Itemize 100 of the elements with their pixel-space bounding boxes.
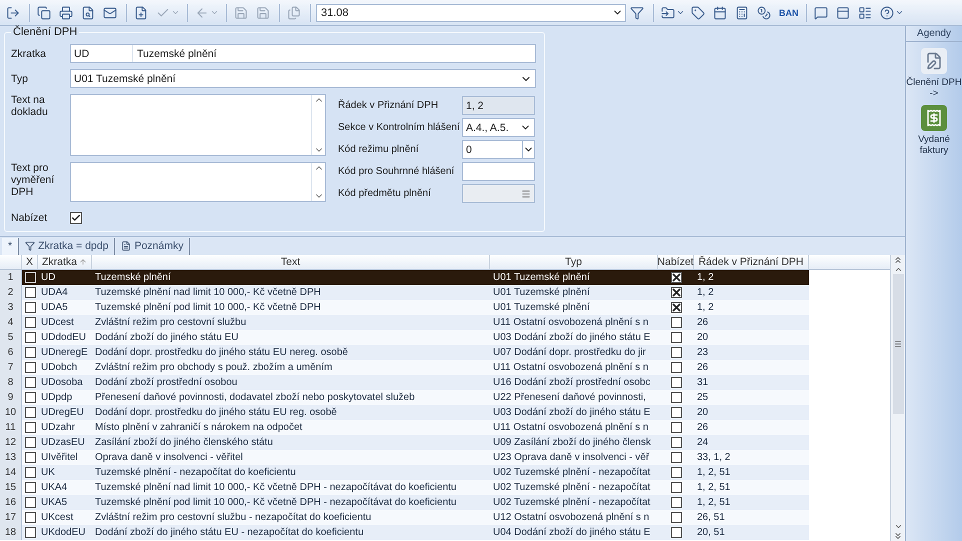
table-row[interactable]: 9 UDpdp Přenesení daňové povinnosti, dodavatel zboží nebo poskytovatel služeb U22 Přenesení daňové povinnosti, 25 <box>0 390 890 405</box>
section-select[interactable]: A.4., A.5. <box>462 118 535 137</box>
table-cell-text: Tuzemské plnění pod limit 10 000,- Kč včetně DPH <box>94 301 322 315</box>
checkbox[interactable] <box>670 407 682 418</box>
input-field[interactable] <box>462 162 535 181</box>
table-cell-text: UK <box>40 466 56 480</box>
table-cell-text: 20 <box>696 331 710 345</box>
checkbox[interactable] <box>25 287 36 298</box>
mode-combo[interactable]: 0 <box>462 140 535 159</box>
checkbox[interactable] <box>25 512 36 523</box>
table-cell-text: UDregEU <box>40 406 85 420</box>
date-combo[interactable]: 31.08 <box>316 4 626 22</box>
table-row[interactable]: 2 UDA4 Tuzemské plnění nad limit 10 000,- Kč včetně DPH U01 Tuzemské plnění 1, 2 <box>0 285 890 300</box>
table-cell-text: 26 <box>696 316 710 330</box>
checkbox[interactable] <box>25 347 36 358</box>
column-header[interactable]: Zkratka <box>38 255 92 269</box>
checkbox[interactable] <box>670 362 682 373</box>
checkbox[interactable] <box>70 212 82 224</box>
scroll-up-icon[interactable] <box>894 265 902 274</box>
checkbox[interactable] <box>670 272 682 283</box>
checkbox[interactable] <box>670 287 682 298</box>
table-cell-text: U01 Tuzemské plnění <box>492 301 591 315</box>
checkbox[interactable] <box>25 527 36 538</box>
table-row[interactable]: 13 UIvěřitel Oprava daně v insolvenci - věřitel U23 Oprava daně v insolvenci - věř 33, 1, 2 <box>0 450 890 465</box>
checkbox[interactable] <box>25 362 36 373</box>
scroll-thumb[interactable] <box>892 274 904 414</box>
checkbox[interactable] <box>25 407 36 418</box>
checkbox[interactable] <box>670 422 682 433</box>
checkbox[interactable] <box>670 497 682 508</box>
table-row[interactable]: 1 UD Tuzemské plnění U01 Tuzemské plnění 1, 2 <box>0 270 890 285</box>
checkbox[interactable] <box>25 392 36 403</box>
table-cell-text: Tuzemské plnění - nezapočítat do koeficientu <box>94 466 297 480</box>
code-field[interactable]: UD Tuzemské plnění <box>70 44 536 63</box>
checkbox[interactable] <box>25 482 36 493</box>
picker-field[interactable] <box>462 184 535 203</box>
table-row[interactable]: 5 UDdodEU Dodání zboží do jiného státu EU U03 Dodání zboží do jiného státu E 20 <box>0 330 890 345</box>
bank-button[interactable]: BAN <box>777 2 800 22</box>
checkbox[interactable] <box>670 452 682 463</box>
column-header[interactable]: X <box>22 255 38 269</box>
checkbox[interactable] <box>25 437 36 448</box>
table-row[interactable]: 3 UDA5 Tuzemské plnění pod limit 10 000,- Kč včetně DPH U01 Tuzemské plnění 1, 2 <box>0 300 890 315</box>
table-cell-text: UKcest <box>40 511 74 525</box>
folder-icon <box>661 6 675 20</box>
checkbox[interactable] <box>670 467 682 478</box>
checkbox[interactable] <box>25 497 36 508</box>
checkbox[interactable] <box>25 452 36 463</box>
checkbox[interactable] <box>670 512 682 523</box>
table-row[interactable]: 17 UKcest Zvláštní režim pro cestovní službu - nezapočítat do koeficientu U12 Ostatní osvobozená plnění s n 26, 51 <box>0 510 890 525</box>
checkbox[interactable] <box>670 527 682 538</box>
table-row[interactable]: 8 UDosoba Dodání zboží prostřední osobou U16 Dodání zboží prostřední osobc 31 <box>0 375 890 390</box>
agenda-item[interactable]: Členění DPH -> <box>906 48 962 99</box>
table-row[interactable]: 15 UKA4 Tuzemské plnění nad limit 10 000,- Kč včetně DPH - nezapočítávat do koeficientu U02 Tuzemské plnění - nezapočítat 1, 2, 51 <box>0 480 890 495</box>
column-header[interactable]: Řádek v Přiznání DPH <box>694 255 809 269</box>
checkbox[interactable] <box>670 302 682 313</box>
table-row[interactable]: 6 UDneregE Dodání dopr. prostředku do jiného státu EU nereg. osobě U07 Dodání dopr. prostředku do jir 23 <box>0 345 890 360</box>
type-select[interactable]: U01 Tuzemské plnění <box>70 69 536 88</box>
table-row[interactable]: 7 UDobch Zvláštní režim pro obchody s použ. zbožím a uměním U11 Ostatní osvobozená plnění s n 26 <box>0 360 890 375</box>
table-row[interactable]: 11 UDzahr Místo plnění v zahraničí s nárokem na odpočet U11 Ostatní osvobozená plnění s n 26 <box>0 420 890 435</box>
tag-icon <box>691 6 705 20</box>
checkbox[interactable] <box>25 467 36 478</box>
table-cell-text: U23 Oprava daně v insolvenci - věř <box>492 451 650 465</box>
checkbox[interactable] <box>25 332 36 343</box>
checkbox[interactable] <box>25 422 36 433</box>
table-row[interactable]: 18 UKdodEU Dodání zboží do jiného státu EU - nezapočítat do koeficientu U04 Dodání zboží do jiného státu E 20, 51 <box>0 525 890 540</box>
table-cell-text: 1, 2, 51 <box>696 481 732 495</box>
table-row[interactable]: 16 UKA5 Tuzemské plnění pod limit 10 000,- Kč včetně DPH - nezapočítávat do koeficientu U02 Tuzemské plnění - nezapočítat 1, 2, 51 <box>0 495 890 510</box>
checkbox[interactable] <box>670 347 682 358</box>
list-icon <box>858 6 872 20</box>
column-header[interactable]: Typ <box>490 255 658 269</box>
scroll-bottom-icon[interactable] <box>893 531 903 541</box>
table-cell-text: 26 <box>696 421 710 435</box>
checkbox[interactable] <box>670 332 682 343</box>
checkbox[interactable] <box>670 377 682 388</box>
table-row[interactable]: 10 UDregEU Dodání dopr. prostředku do jiného státu EU reg. osobě U03 Dodání zboží do jiného státu E 20 <box>0 405 890 420</box>
table-cell-text: UDobch <box>40 361 78 375</box>
scrollbar[interactable] <box>890 255 905 541</box>
checkbox[interactable] <box>670 437 682 448</box>
scroll-top-icon[interactable] <box>893 255 903 265</box>
table-cell-text: U07 Dodání dopr. prostředku do jir <box>492 346 647 360</box>
table-cell-text: UIvěřitel <box>40 451 79 465</box>
column-header[interactable]: Nabízet <box>658 255 694 269</box>
checkbox[interactable] <box>670 482 682 493</box>
checkbox[interactable] <box>25 377 36 388</box>
table-cell-text: Tuzemské plnění nad limit 10 000,- Kč včetně DPH <box>94 286 322 300</box>
checkbox[interactable] <box>670 392 682 403</box>
tab[interactable]: * <box>2 238 20 254</box>
column-header[interactable]: Text <box>92 255 490 269</box>
table-row[interactable]: 4 UDcest Zvláštní režim pro cestovní službu U11 Ostatní osvobozená plnění s n 26 <box>0 315 890 330</box>
table-cell-text: Dodání dopr. prostředku do jiného státu EU reg. osobě <box>94 406 338 420</box>
checkbox[interactable] <box>25 317 36 328</box>
checkbox[interactable] <box>25 302 36 313</box>
checkbox[interactable] <box>670 317 682 328</box>
table-row[interactable]: 12 UDzasEU Zasílání zboží do jiného členského státu U09 Zasílání zboží do jiného člensk 24 <box>0 435 890 450</box>
agenda-item[interactable]: Vydané faktury <box>906 105 962 156</box>
lines-icon <box>521 188 531 198</box>
row-number: 14 <box>0 465 22 480</box>
table-cell-text: Oprava daně v insolvenci - věřitel <box>94 451 244 465</box>
scroll-down-icon[interactable] <box>894 522 902 531</box>
sort-icon <box>79 258 87 266</box>
table-row[interactable]: 14 UK Tuzemské plnění - nezapočítat do koeficientu U02 Tuzemské plnění - nezapočítat 1, 2, 51 <box>0 465 890 480</box>
